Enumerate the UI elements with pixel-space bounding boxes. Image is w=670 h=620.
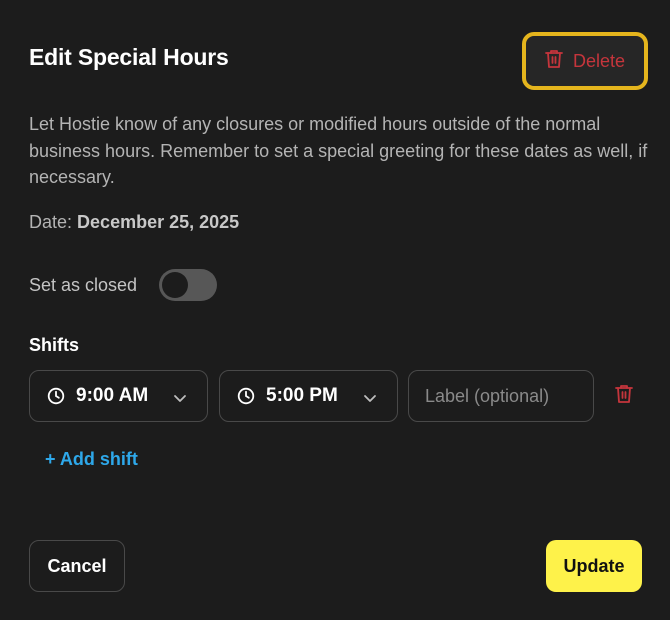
clock-icon (47, 387, 65, 410)
toggle-knob (162, 272, 189, 298)
set-closed-label: Set as closed (29, 274, 138, 295)
delete-button[interactable]: Delete (522, 32, 648, 90)
shift-start-select[interactable]: 9:00 AM (29, 370, 208, 422)
dialog-title: Edit Special Hours (29, 44, 229, 70)
trash-icon (615, 384, 633, 409)
delete-button-label: Delete (572, 50, 626, 71)
clock-icon (237, 387, 255, 410)
set-closed-toggle[interactable] (159, 269, 218, 301)
chevron-down-icon (173, 390, 187, 408)
remove-shift-button[interactable] (612, 384, 636, 408)
shift-end-value: 5:00 PM (266, 385, 338, 406)
cancel-button[interactable]: Cancel (29, 540, 125, 592)
chevron-down-icon (363, 390, 377, 408)
date-label: Date: (29, 212, 73, 232)
trash-icon (545, 49, 563, 74)
shift-start-value: 9:00 AM (76, 385, 149, 406)
set-closed-row: Set as closed (29, 268, 218, 302)
shifts-heading: Shifts (29, 335, 80, 355)
update-button[interactable]: Update (546, 540, 642, 592)
dialog-description: Let Hostie know of any closures or modif… (29, 114, 648, 187)
shift-label-input[interactable] (408, 370, 594, 422)
add-shift-link[interactable]: + Add shift (45, 449, 138, 470)
date-row: Date: December 25, 2025 (29, 212, 239, 233)
date-value: December 25, 2025 (77, 212, 240, 232)
shift-end-select[interactable]: 5:00 PM (219, 370, 398, 422)
